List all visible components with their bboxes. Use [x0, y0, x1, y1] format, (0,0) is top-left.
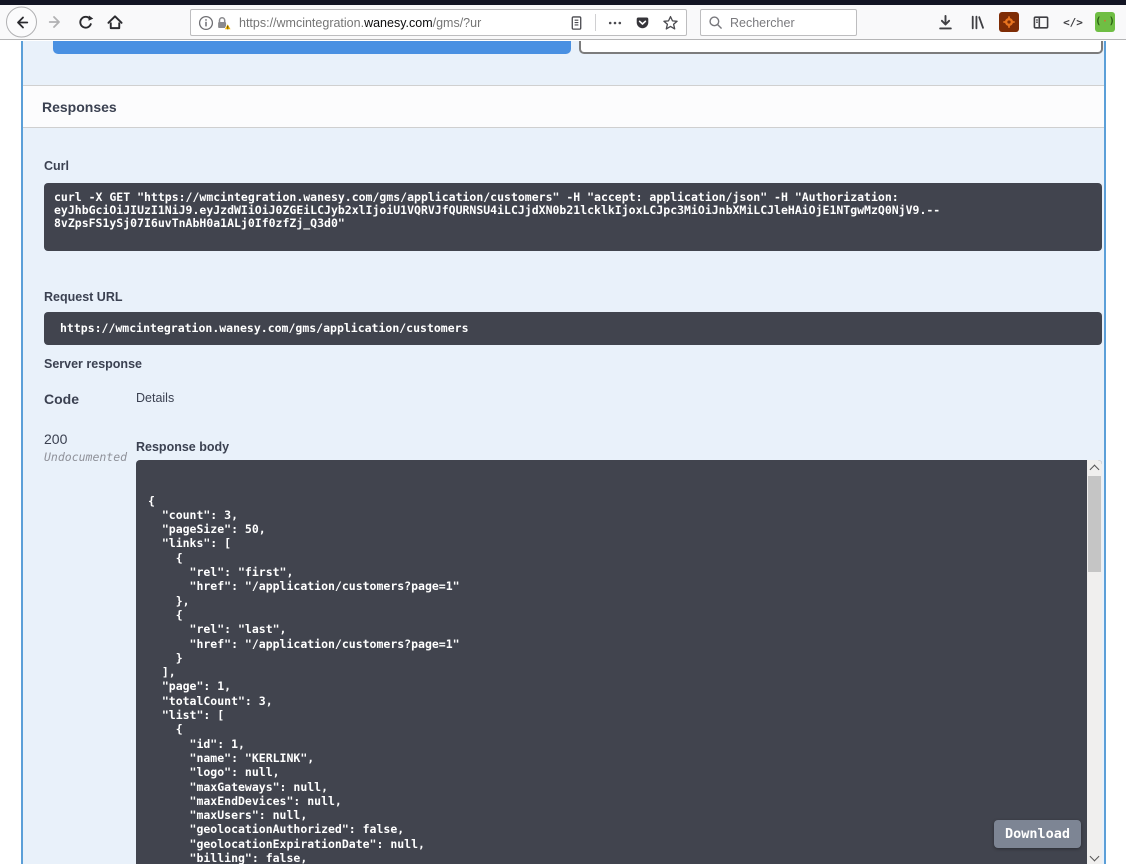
devtools-button[interactable]: </> — [1060, 9, 1086, 35]
back-arrow-icon — [13, 14, 30, 30]
clear-button-clipped[interactable] — [579, 41, 1103, 54]
search-icon — [708, 15, 723, 30]
firefox-window: { "colors": { "accent_blue": "#4990e2", … — [0, 0, 1126, 864]
extension-gear-button[interactable] — [996, 9, 1022, 35]
page-content: Responses Curl curl -X GET "https://wmci… — [0, 41, 1126, 864]
mixed-content-lock-icon[interactable] — [214, 15, 232, 31]
home-button[interactable] — [102, 9, 128, 35]
downloads-button[interactable] — [932, 9, 958, 35]
responses-title: Responses — [42, 99, 117, 115]
urlbar-divider — [595, 14, 596, 31]
library-button[interactable] — [964, 9, 990, 35]
search-input[interactable] — [730, 16, 849, 30]
reload-button[interactable] — [72, 9, 98, 35]
response-table-header: Code Details — [44, 391, 1102, 407]
execute-button-clipped[interactable] — [53, 41, 571, 54]
library-icon — [969, 14, 986, 31]
request-url-value: https://wmcintegration.wanesy.com/gms/ap… — [44, 312, 1102, 345]
sidebar-icon — [1032, 14, 1050, 31]
devtools-code-icon: </> — [1063, 17, 1083, 28]
back-button[interactable] — [6, 7, 37, 38]
home-icon — [106, 14, 124, 31]
scrollbar-up-icon[interactable] — [1090, 465, 1100, 475]
response-scrollbar[interactable] — [1087, 460, 1102, 864]
response-body-block: { "count": 3, "pageSize": 50, "links": [… — [136, 460, 1102, 864]
gear-extension-icon — [999, 12, 1019, 32]
response-body-json: { "count": 3, "pageSize": 50, "links": [… — [136, 489, 1102, 864]
bookmark-star-icon[interactable] — [662, 15, 679, 31]
code-column-header: Code — [44, 391, 136, 407]
scrollbar-down-icon[interactable] — [1090, 852, 1100, 862]
curl-command: curl -X GET "https://wmcintegration.wane… — [44, 183, 1102, 251]
curl-label: Curl — [44, 159, 1102, 173]
forward-button[interactable] — [42, 9, 68, 35]
browser-toolbar: https://wmcintegration.wanesy.com/gms/?u… — [0, 5, 1126, 40]
reload-icon — [77, 14, 94, 31]
extension-green-button[interactable]: (·) — [1092, 9, 1118, 35]
undocumented-note: Undocumented — [44, 450, 136, 464]
request-url-label: Request URL — [44, 290, 1102, 304]
download-arrow-icon — [937, 14, 954, 31]
sidebar-toggle-button[interactable] — [1028, 9, 1054, 35]
url-text: https://wmcintegration.wanesy.com/gms/?u… — [239, 16, 569, 30]
scrollbar-thumb[interactable] — [1088, 476, 1101, 572]
responses-header: Responses — [23, 85, 1104, 128]
reader-mode-icon[interactable] — [569, 15, 584, 31]
details-column-header: Details — [136, 391, 174, 407]
pocket-icon[interactable] — [634, 15, 651, 31]
forward-arrow-icon — [47, 14, 64, 30]
url-bar[interactable]: https://wmcintegration.wanesy.com/gms/?u… — [190, 9, 687, 36]
download-button[interactable]: Download — [994, 820, 1081, 848]
server-response-label: Server response — [44, 357, 1102, 371]
status-code: 200 — [44, 431, 136, 447]
responses-section: Curl curl -X GET "https://wmcintegration… — [44, 129, 1102, 864]
response-body-label: Response body — [136, 440, 1102, 454]
brackets-extension-icon: (·) — [1095, 12, 1115, 32]
page-info-icon[interactable] — [198, 15, 214, 31]
response-row: 200 Undocumented Response body { "count"… — [44, 431, 1102, 864]
search-bar[interactable] — [700, 9, 857, 36]
page-actions-icon[interactable] — [607, 15, 623, 31]
swagger-opblock: Responses Curl curl -X GET "https://wmci… — [21, 41, 1106, 864]
